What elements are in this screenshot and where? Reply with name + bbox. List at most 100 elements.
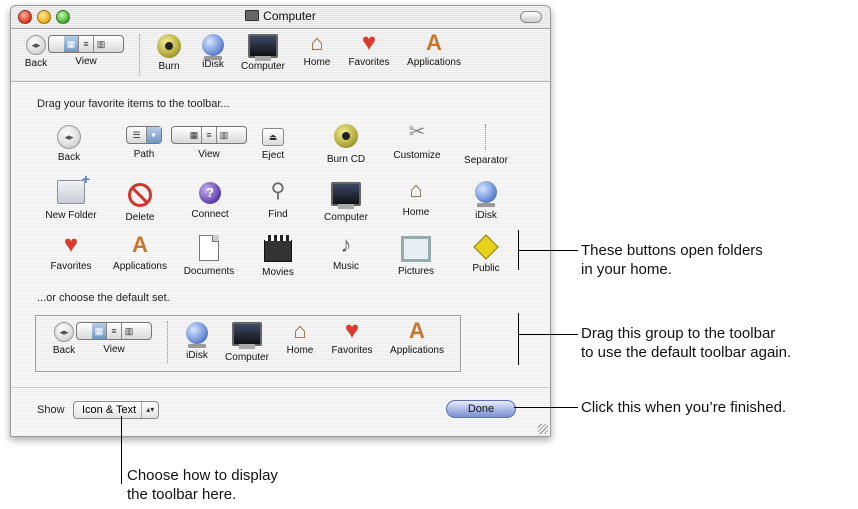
view-icon: ▦ ≡ ▥ bbox=[76, 322, 152, 340]
window-title-text: Computer bbox=[263, 9, 316, 23]
palette-item-back[interactable]: ◂▸ Back bbox=[31, 125, 107, 163]
idisk-icon bbox=[475, 181, 497, 207]
palette-item-music[interactable]: ♪ Music bbox=[308, 232, 384, 272]
find-icon: ⚲ bbox=[270, 180, 286, 202]
palette-item-label: Music bbox=[332, 261, 360, 272]
palette-item-idisk[interactable]: iDisk bbox=[448, 181, 524, 221]
palette-item-delete[interactable]: Delete bbox=[102, 183, 178, 223]
show-popup[interactable]: Icon & Text ▴▾ bbox=[73, 400, 160, 419]
customize-toolbar-window: Computer ◂▸ Back ▦ ≡ ▥ View Burn iDisk Com… bbox=[10, 5, 551, 437]
palette-item-documents[interactable]: Documents bbox=[171, 235, 247, 277]
palette-item-movies[interactable]: Movies bbox=[240, 235, 316, 278]
palette-item-separator[interactable]: Separator bbox=[448, 124, 524, 166]
back-icon: ◂▸ bbox=[54, 322, 74, 342]
palette-item-customize[interactable]: ✂ Customize bbox=[379, 119, 455, 161]
palette-item-label: Documents bbox=[183, 266, 235, 277]
favorites-icon: ♥ bbox=[63, 231, 79, 258]
show-label: Show bbox=[37, 404, 65, 416]
toolbar-applications-button[interactable]: A Applications bbox=[396, 30, 472, 68]
customize-sheet: Drag your favorite items to the toolbar.… bbox=[11, 82, 550, 436]
palette-item-computer[interactable]: Computer bbox=[308, 182, 384, 223]
palette-item-public[interactable]: Public bbox=[448, 234, 524, 274]
annotation-line: Choose how to display bbox=[127, 467, 278, 484]
show-popup-value: Icon & Text bbox=[82, 404, 137, 416]
delete-icon bbox=[128, 183, 152, 207]
annotation-line: the toolbar here. bbox=[127, 486, 237, 503]
connect-icon: ? bbox=[199, 182, 221, 204]
drag-prompt: Drag your favorite items to the toolbar.… bbox=[37, 98, 230, 110]
annotation-line: These buttons open folders bbox=[581, 242, 763, 259]
leader-done bbox=[514, 407, 578, 408]
palette-item-applications[interactable]: A Applications bbox=[102, 232, 178, 272]
leader-default-set bbox=[518, 334, 578, 335]
default-toolbar-set[interactable]: ◂▸ Back ▦ ≡ ▥ View iDisk Computer ⌂ Home ♥ bbox=[35, 315, 461, 372]
palette-item-find[interactable]: ⚲ Find bbox=[240, 178, 316, 220]
palette-item-label: Favorites bbox=[50, 261, 92, 272]
palette-item-label: Computer bbox=[324, 212, 368, 223]
annotation-show: Choose how to display the toolbar here. bbox=[127, 466, 278, 504]
annotation-home-folders: These buttons open folders in your home. bbox=[581, 241, 763, 279]
default-item-applications: A Applications bbox=[379, 318, 455, 356]
palette-item-label: Separator bbox=[464, 155, 508, 166]
applications-icon: A bbox=[426, 30, 442, 55]
toolbar-toggle-button[interactable] bbox=[520, 11, 542, 23]
path-icon: ☰ ▾ bbox=[126, 126, 162, 144]
palette-item-label: iDisk bbox=[475, 210, 497, 221]
default-item-label: Applications bbox=[390, 345, 444, 356]
eject-icon: ⏏ bbox=[262, 128, 284, 146]
resize-grip-icon[interactable] bbox=[538, 424, 548, 434]
toolbar-view-control[interactable]: ▦ ≡ ▥ View bbox=[48, 35, 124, 67]
default-item-label: View bbox=[103, 344, 125, 355]
palette-item-burn-cd[interactable]: Burn CD bbox=[308, 124, 384, 165]
footer-divider bbox=[11, 387, 550, 388]
idisk-icon bbox=[202, 34, 224, 60]
annotation-line: in your home. bbox=[581, 261, 672, 278]
burn-icon bbox=[334, 124, 358, 148]
leader-home-folders bbox=[518, 250, 578, 251]
palette-item-home[interactable]: ⌂ Home bbox=[378, 177, 454, 218]
palette-item-label: Find bbox=[268, 209, 288, 220]
leader-show-vertical bbox=[121, 416, 122, 484]
annotation-default-set: Drag this group to the toolbar to use th… bbox=[581, 324, 791, 362]
computer-icon bbox=[331, 182, 361, 209]
pictures-icon bbox=[401, 236, 431, 262]
palette-item-eject[interactable]: ⏏ Eject bbox=[235, 128, 311, 161]
default-set-prompt: ...or choose the default set. bbox=[37, 292, 170, 304]
palette-item-label: Home bbox=[402, 207, 430, 218]
palette-item-new-folder[interactable]: New Folder bbox=[33, 171, 109, 221]
back-icon: ◂▸ bbox=[57, 125, 81, 149]
palette-item-label: Burn CD bbox=[326, 154, 366, 165]
annotation-line: to use the default toolbar again. bbox=[581, 344, 792, 361]
movies-icon bbox=[264, 235, 292, 262]
popup-arrows-icon: ▴▾ bbox=[141, 402, 158, 418]
home-icon: ⌂ bbox=[409, 177, 423, 202]
title-bar[interactable]: Computer bbox=[11, 6, 550, 29]
window-title: Computer bbox=[11, 9, 550, 23]
done-button-label: Done bbox=[467, 403, 495, 415]
done-button[interactable]: Done bbox=[446, 400, 516, 418]
documents-icon bbox=[199, 235, 219, 261]
computer-icon bbox=[232, 322, 262, 349]
computer-icon bbox=[245, 10, 260, 21]
palette-item-label: Eject bbox=[261, 150, 285, 161]
idisk-icon bbox=[186, 322, 208, 348]
palette-item-label: Pictures bbox=[397, 266, 435, 277]
toolbar-view-label: View bbox=[75, 56, 97, 67]
toolbar-applications-label: Applications bbox=[407, 57, 461, 68]
palette-item-label: Applications bbox=[113, 261, 167, 272]
palette-item-pictures[interactable]: Pictures bbox=[378, 236, 454, 277]
palette-item-label: Delete bbox=[125, 212, 155, 223]
music-icon: ♪ bbox=[340, 232, 352, 257]
view-icon: ▦ ≡ ▥ bbox=[48, 35, 124, 53]
bracket-default-set bbox=[518, 313, 519, 365]
palette-item-label: Public bbox=[472, 263, 500, 274]
computer-icon bbox=[248, 34, 278, 61]
default-item-view: ▦ ≡ ▥ View bbox=[76, 322, 152, 355]
palette-item-connect[interactable]: ? Connect bbox=[172, 182, 248, 220]
palette-item-label: New Folder bbox=[45, 210, 97, 221]
palette-item-favorites[interactable]: ♥ Favorites bbox=[33, 231, 109, 273]
annotation-line: Drag this group to the toolbar bbox=[581, 325, 776, 342]
palette-item-label: Connect bbox=[191, 209, 229, 220]
annotation-done: Click this when you’re finished. bbox=[581, 399, 787, 416]
applications-icon: A bbox=[132, 232, 148, 257]
